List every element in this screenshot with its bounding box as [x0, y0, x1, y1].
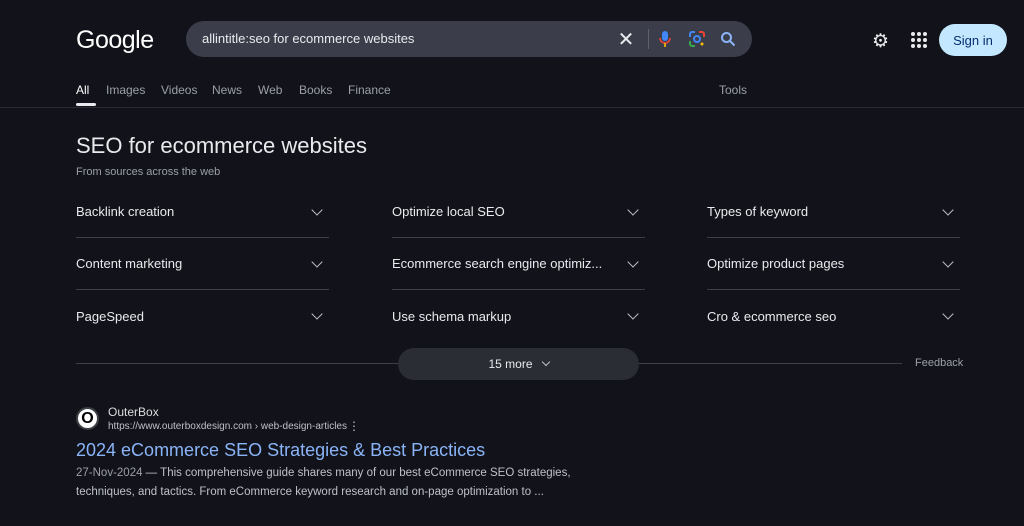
- tools-button[interactable]: Tools: [719, 83, 747, 97]
- chevron-down-icon: [627, 308, 639, 320]
- related-topic-item[interactable]: Cro & ecommerce seo: [707, 290, 960, 342]
- show-more-button[interactable]: 15 more: [398, 348, 639, 380]
- related-topic-item[interactable]: PageSpeed: [76, 290, 329, 342]
- topic-label: Ecommerce search engine optimiz...: [392, 256, 603, 271]
- site-name[interactable]: OuterBox: [108, 405, 159, 419]
- related-topic-item[interactable]: Optimize product pages: [707, 238, 960, 290]
- active-tab-indicator: [76, 103, 96, 106]
- related-topic-item[interactable]: Backlink creation: [76, 186, 329, 238]
- topic-label: Optimize product pages: [707, 256, 845, 271]
- chevron-down-icon: [627, 203, 639, 216]
- tab-books[interactable]: Books: [299, 83, 332, 97]
- settings-gear-icon[interactable]: ⚙: [872, 30, 889, 53]
- search-icon[interactable]: [718, 29, 738, 49]
- search-bar[interactable]: allintitle:seo for ecommerce websites ✕: [186, 21, 752, 57]
- topic-label: Cro & ecommerce seo: [707, 308, 837, 324]
- result-snippet: 27-Nov-2024 — This comprehensive guide s…: [76, 464, 576, 502]
- topic-label: Backlink creation: [76, 204, 175, 219]
- chevron-down-icon: [541, 357, 550, 367]
- snippet-text: — This comprehensive guide shares many o…: [76, 467, 571, 498]
- chevron-down-icon: [942, 255, 954, 268]
- chevron-down-icon: [942, 308, 954, 320]
- chevron-down-icon: [627, 255, 639, 268]
- result-date: 27-Nov-2024: [76, 467, 143, 479]
- related-topic-item[interactable]: Ecommerce search engine optimiz...: [392, 238, 645, 290]
- related-topic-item[interactable]: Use schema markup: [392, 290, 645, 342]
- lens-icon[interactable]: [687, 29, 707, 49]
- result-url[interactable]: https://www.outerboxdesign.com › web-des…: [108, 421, 347, 432]
- sign-in-button[interactable]: Sign in: [939, 24, 1007, 56]
- feedback-link[interactable]: Feedback: [915, 357, 963, 369]
- section-subtitle: From sources across the web: [76, 166, 221, 178]
- chevron-down-icon: [311, 308, 323, 320]
- google-logo[interactable]: Google: [76, 26, 154, 55]
- microphone-icon[interactable]: [655, 29, 675, 49]
- tab-news[interactable]: News: [212, 83, 242, 97]
- tab-videos[interactable]: Videos: [161, 83, 197, 97]
- divider: [648, 29, 649, 49]
- search-input[interactable]: allintitle:seo for ecommerce websites: [202, 31, 414, 46]
- chevron-down-icon: [311, 255, 323, 268]
- topic-label: Optimize local SEO: [392, 204, 505, 219]
- topic-label: Content marketing: [76, 256, 183, 271]
- related-topic-item[interactable]: Optimize local SEO: [392, 186, 645, 238]
- topic-label: Use schema markup: [392, 308, 512, 324]
- topic-label: PageSpeed: [76, 308, 144, 324]
- related-topic-item[interactable]: Content marketing: [76, 238, 329, 290]
- apps-grid-icon[interactable]: [911, 32, 927, 48]
- result-title-link[interactable]: 2024 eCommerce SEO Strategies & Best Pra…: [76, 440, 485, 461]
- more-options-icon[interactable]: ⋮: [348, 419, 360, 433]
- tab-images[interactable]: Images: [106, 83, 145, 97]
- tab-all[interactable]: All: [76, 83, 89, 97]
- topic-label: Types of keyword: [707, 204, 809, 219]
- related-topic-item[interactable]: Types of keyword: [707, 186, 960, 238]
- header-divider: [0, 107, 1024, 108]
- chevron-down-icon: [942, 203, 954, 216]
- tab-web[interactable]: Web: [258, 83, 282, 97]
- tab-finance[interactable]: Finance: [348, 83, 391, 97]
- section-title: SEO for ecommerce websites: [76, 133, 367, 158]
- clear-icon[interactable]: ✕: [616, 29, 636, 51]
- chevron-down-icon: [311, 203, 323, 216]
- more-label: 15 more: [488, 357, 533, 371]
- site-favicon[interactable]: O: [76, 407, 99, 430]
